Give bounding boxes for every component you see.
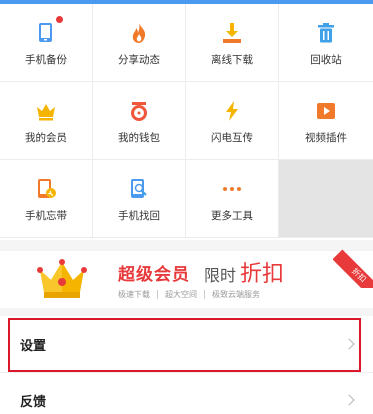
tool-recycle-bin[interactable]: 回收站 [279,4,373,82]
vip-features: 极速下载 超大空间 极致云端服务 [118,289,260,300]
feature-divider [204,290,205,299]
discount-corner-badge: 折扣 [333,248,373,288]
tool-label: 手机找回 [118,210,160,222]
chevron-right-icon [343,394,355,406]
tool-share-feed[interactable]: 分享动态 [93,4,186,82]
section-gap [0,240,373,250]
tool-label: 手机忘带 [25,210,67,222]
settings-label: 设置 [20,338,47,354]
vip-crown-icon [36,258,88,302]
phone-backup-icon [35,16,63,44]
crown-icon [35,100,57,122]
tool-phone-backup[interactable]: 手机备份 [0,4,93,82]
feature-divider [157,290,158,299]
download-icon [221,22,243,44]
tool-label: 分享动态 [118,54,160,66]
tool-label: 我的钱包 [118,132,160,144]
lightning-icon [221,100,243,122]
flame-icon [128,22,150,44]
notification-dot [56,16,63,23]
tool-offline-download[interactable]: 离线下载 [186,4,279,82]
trash-icon [315,22,337,44]
vip-feature: 超大空间 [165,290,197,299]
tool-my-membership[interactable]: 我的会员 [0,82,93,160]
vip-limit-text: 限时 [204,266,237,285]
tool-empty-slot [279,160,373,238]
tool-label: 闪电互传 [211,132,253,144]
vip-title: 超级会员 [118,265,190,285]
tool-label: 视频插件 [305,132,347,144]
tool-video-plugin[interactable]: 视频插件 [279,82,373,160]
vip-feature: 极致云端服务 [212,290,260,299]
tool-label: 回收站 [310,54,342,66]
tool-phone-find[interactable]: 手机找回 [93,160,186,238]
more-dots-icon [221,178,243,200]
badge-ribbon: 折扣 [333,249,373,288]
vip-feature: 极速下载 [118,290,150,299]
tool-label: 我的会员 [25,132,67,144]
row-divider [0,372,373,373]
tool-label: 离线下载 [211,54,253,66]
settings-row[interactable]: 设置 [0,318,373,370]
tool-flash-transfer[interactable]: 闪电互传 [186,82,279,160]
tool-phone-forgot[interactable]: 手机忘带 [0,160,93,238]
chevron-right-icon [343,338,355,350]
phone-forgot-icon [35,178,57,200]
tool-grid: 手机备份 分享动态 离线下载 回收站 我的会员 我的钱包 闪电互传 视频插件 手… [0,4,373,240]
tool-my-wallet[interactable]: 我的钱包 [93,82,186,160]
section-gap [0,308,373,316]
feedback-row[interactable]: 反馈 [0,374,373,414]
tool-label: 手机备份 [25,54,67,66]
phone-find-icon [128,178,150,200]
wallet-icon [128,100,150,122]
tool-more-tools[interactable]: 更多工具 [186,160,279,238]
tool-label: 更多工具 [211,210,253,222]
vip-discount-text: 折扣 [240,262,285,287]
video-play-icon [315,100,337,122]
feedback-label: 反馈 [20,394,47,410]
